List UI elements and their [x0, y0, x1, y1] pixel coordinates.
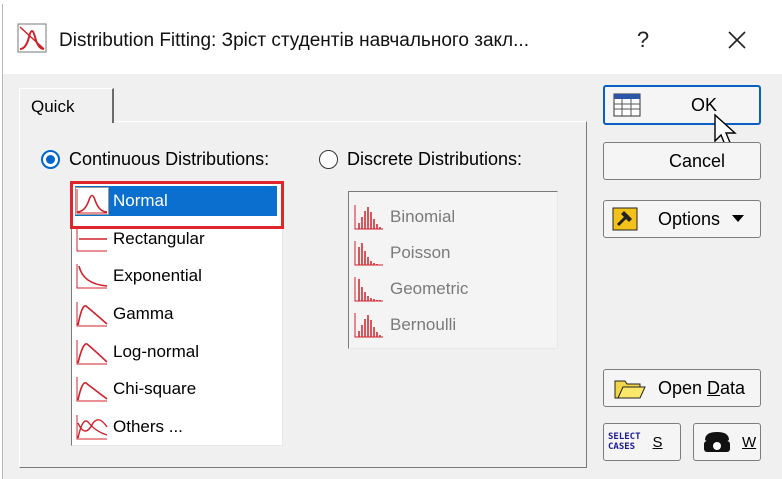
list-item-gamma[interactable]: Gamma [75, 299, 173, 329]
list-item-bernoulli[interactable]: Bernoulli [352, 310, 456, 340]
others-curves-icon [76, 415, 108, 440]
geometric-bars-icon [354, 277, 383, 302]
window-title: Distribution Fitting: Зріст студентів на… [59, 30, 529, 51]
continuous-radio-label: Continuous Distributions: [69, 149, 270, 169]
continuous-radio[interactable]: Continuous Distributions: [41, 149, 269, 170]
log-normal-curve-icon [76, 340, 108, 365]
select-cases-icon-bottom: CASES [608, 442, 636, 452]
open-data-accelerator: D [707, 377, 721, 398]
rectangular-icon [76, 227, 107, 252]
close-button[interactable] [715, 20, 759, 60]
tab-quick-label: Quick [31, 97, 75, 116]
discrete-radio-button[interactable] [319, 150, 338, 169]
ok-grid-icon [613, 93, 641, 117]
list-item-label: Exponential [113, 266, 202, 285]
list-item-label: Log-normal [113, 342, 199, 361]
cancel-button-label: Cancel [668, 150, 726, 171]
chi-square-curve-icon [76, 377, 108, 402]
list-item-exponential[interactable]: Exponential [75, 261, 202, 291]
list-item-label: Chi-square [113, 379, 197, 398]
select-cases-accelerator: S [652, 433, 663, 451]
select-cases-button[interactable]: SELECT CASES S [603, 423, 681, 461]
open-data-button[interactable]: Open Data [603, 369, 761, 407]
discrete-radio[interactable]: Discrete Distributions: [319, 149, 522, 170]
binomial-bars-icon [354, 205, 383, 230]
list-item-binomial[interactable]: Binomial [352, 202, 455, 232]
select-cases-icon-top: SELECT [608, 432, 641, 442]
select-cases-icon: SELECT CASES [608, 432, 641, 452]
continuous-radio-button[interactable] [41, 150, 60, 169]
title-bar: Distribution Fitting: Зріст студентів на… [3, 4, 782, 74]
weight-button[interactable]: W [693, 423, 761, 461]
list-item-label: Poisson [390, 243, 451, 262]
open-data-text: Open [658, 377, 708, 398]
list-item-geometric[interactable]: Geometric [352, 274, 468, 304]
folder-open-icon [614, 380, 646, 399]
list-item-log-normal[interactable]: Log-normal [75, 337, 199, 367]
list-item-label: Others ... [113, 417, 183, 436]
distribution-fitting-icon [17, 23, 47, 53]
discrete-radio-label: Discrete Distributions: [347, 149, 523, 169]
list-item-label: Geometric [390, 279, 469, 298]
highlight-frame [70, 181, 284, 229]
discrete-distributions-list[interactable]: Binomial Poisson Geometric Bernoulli [348, 191, 558, 349]
options-hammer-icon [612, 207, 638, 231]
weight-icon [704, 432, 730, 452]
close-icon [728, 31, 746, 49]
list-item-poisson[interactable]: Poisson [352, 238, 450, 268]
list-item-label: Rectangular [113, 229, 205, 248]
open-data-button-label: Open Data [658, 378, 745, 399]
options-button-label: Options [658, 208, 721, 229]
help-button[interactable]: ? [623, 20, 663, 60]
weight-accelerator: W [742, 433, 757, 451]
exponential-curve-icon [76, 264, 108, 289]
list-item-label: Binomial [390, 207, 456, 226]
poisson-bars-icon [354, 241, 383, 266]
dialog-window: Distribution Fitting: Зріст студентів на… [2, 4, 782, 479]
open-data-text-end: ata [720, 377, 746, 398]
tab-quick[interactable]: Quick [19, 88, 114, 123]
options-button[interactable]: Options [603, 200, 761, 238]
bernoulli-bars-icon [354, 313, 383, 338]
dropdown-arrow-icon [732, 215, 745, 222]
list-item-chi-square[interactable]: Chi-square [75, 374, 196, 404]
gamma-curve-icon [76, 302, 108, 327]
list-item-label: Gamma [113, 304, 174, 323]
list-item-others[interactable]: Others ... [75, 412, 183, 442]
cancel-button[interactable]: Cancel [603, 142, 761, 180]
list-item-label: Bernoulli [390, 315, 457, 334]
